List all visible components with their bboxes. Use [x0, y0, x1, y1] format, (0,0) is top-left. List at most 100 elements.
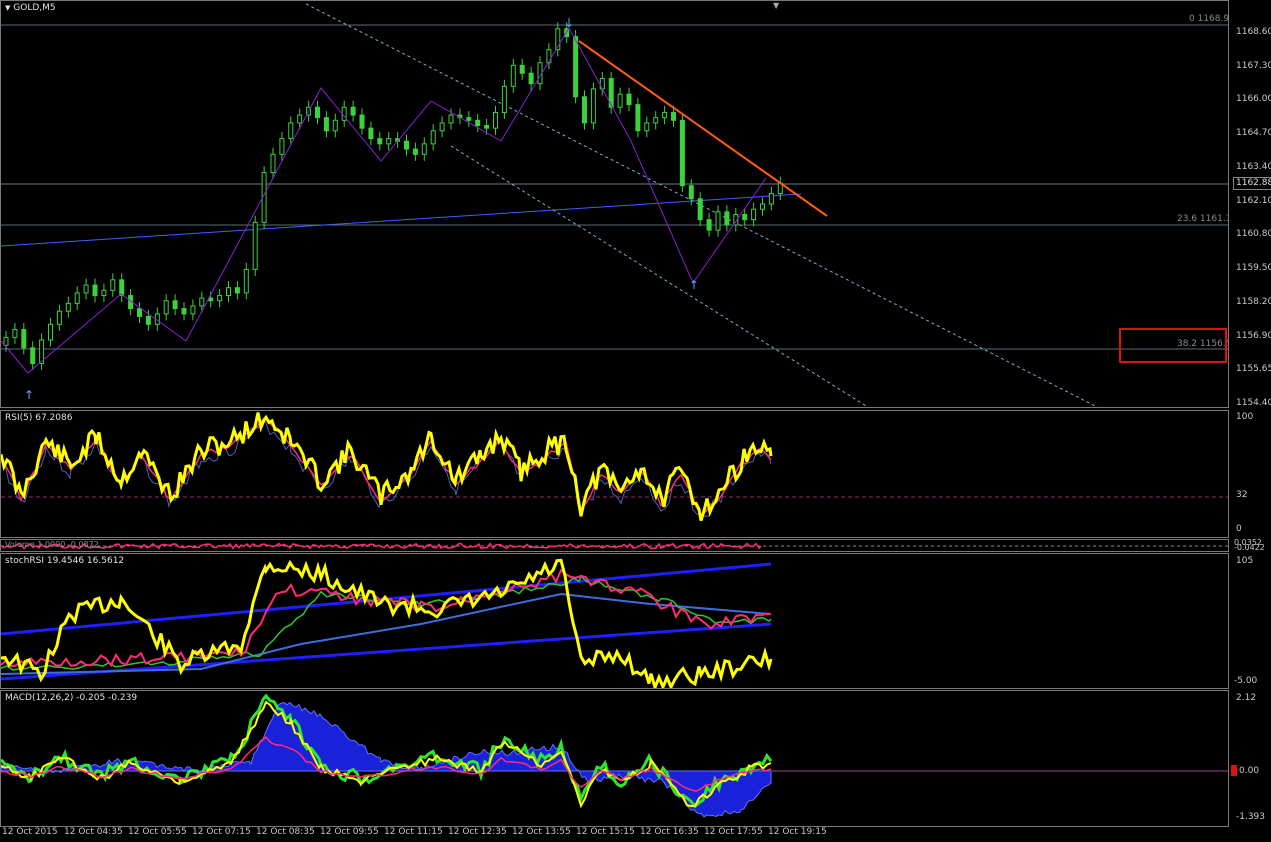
highlight-box — [1119, 328, 1227, 363]
candle-body — [724, 211, 730, 226]
candle-body — [350, 106, 356, 116]
candle-body — [751, 208, 757, 221]
candle-body — [226, 287, 231, 297]
candle-body — [439, 122, 445, 132]
macd-green-line — [1, 693, 773, 809]
candle-body — [760, 203, 765, 210]
time-tick: 12 Oct 19:15 — [768, 827, 827, 837]
price-tick: 1164.70 — [1236, 128, 1271, 138]
fractal-marker-icon: ↑ — [24, 388, 34, 402]
rsi-title: RSI(5) 67.2086 — [5, 413, 73, 423]
volume-pane[interactable]: Volume 1.0000 -0.0872 — [0, 539, 1229, 552]
candle-body — [742, 213, 748, 221]
candle-body — [12, 329, 18, 338]
stochrsi-title: stochRSI 19.4546 16.5612 — [5, 556, 125, 566]
time-tick: 12 Oct 07:15 — [192, 827, 251, 837]
candle-body — [368, 127, 374, 140]
candle-body — [715, 211, 721, 231]
candle-body — [501, 85, 507, 113]
candle-body — [653, 117, 659, 124]
resistance-trendline — [578, 40, 828, 217]
volume-canvas — [1, 542, 1228, 550]
candle-body — [83, 284, 89, 294]
rsi-band-line — [1, 418, 772, 517]
candle-body — [163, 300, 169, 315]
candle-body — [697, 198, 703, 221]
candle-body — [475, 119, 481, 127]
price-tick: 1163.40 — [1236, 162, 1271, 172]
rsi-line — [1, 412, 773, 522]
rsi-pane[interactable]: RSI(5) 67.2086 — [0, 410, 1229, 538]
candle-body — [279, 138, 285, 155]
candle-body — [297, 114, 303, 124]
candle-body — [671, 111, 676, 121]
price-chart-pane[interactable]: ↓↑↑ ▼ GOLD,M5 ▼ 0 1168.96 23.6 1161.30 3… — [0, 0, 1229, 408]
time-tick: 12 Oct 11:15 — [384, 827, 443, 837]
candle-body — [510, 64, 516, 87]
candle-body — [3, 336, 9, 346]
rsi-signal-line — [1, 417, 772, 516]
time-tick: 12 Oct 09:55 — [320, 827, 379, 837]
candle-body — [519, 64, 525, 74]
candle-body — [323, 117, 329, 132]
candle-body — [252, 221, 258, 270]
candle-body — [110, 279, 116, 291]
candle-body — [270, 153, 276, 174]
fib-label-0: 0 1168.96 — [1189, 14, 1229, 24]
macd-pane[interactable]: MACD(12,26,2) -0.205 -0.239 — [0, 690, 1229, 827]
candle-body — [243, 268, 249, 294]
candle-body — [599, 77, 605, 90]
stochrsi-axis: 105 -5.00 — [1229, 553, 1271, 689]
time-axis[interactable]: 12 Oct 2015 12 Oct 04:35 12 Oct 05:55 12… — [0, 827, 1229, 842]
candle-body — [617, 93, 623, 108]
candle-body — [706, 219, 712, 231]
volume-level: -0.0422 — [1234, 543, 1265, 552]
candle-body — [288, 122, 294, 140]
candle-body — [662, 111, 668, 119]
fib-label-23-6: 23.6 1161.30 — [1177, 214, 1228, 224]
macd-current-marker — [1231, 765, 1237, 776]
candle-body — [315, 106, 320, 119]
candle-body — [448, 114, 454, 124]
candle-body — [30, 347, 36, 365]
candle-body — [590, 88, 596, 124]
price-axis[interactable]: 1168.60 1167.30 1166.00 1164.70 1163.40 … — [1229, 0, 1271, 408]
time-tick: 12 Oct 17:55 — [704, 827, 763, 837]
price-tick: 1154.40 — [1236, 398, 1271, 408]
candle-body — [332, 119, 338, 132]
rsi-level: 32 — [1236, 490, 1248, 500]
macd-level: -1.393 — [1236, 812, 1266, 822]
blue-trendline — [1, 193, 802, 247]
time-tick: 12 Oct 04:35 — [64, 827, 123, 837]
time-tick: 12 Oct 12:35 — [448, 827, 507, 837]
rsi-level: 100 — [1236, 412, 1254, 422]
price-chart-canvas[interactable]: ↓ ↑ ↑ — [1, 1, 1229, 408]
price-tick: 1160.80 — [1236, 229, 1271, 239]
candle-body — [573, 36, 579, 98]
time-tick: 12 Oct 05:55 — [128, 827, 187, 837]
candle-body — [377, 138, 383, 145]
time-tick: 12 Oct 13:55 — [512, 827, 571, 837]
chart-shift-marker-icon[interactable]: ▼ — [773, 1, 779, 10]
chart-menu-icon[interactable]: ▼ — [5, 4, 10, 12]
candle-body — [101, 289, 107, 297]
candle-body — [679, 119, 685, 187]
candle-body — [528, 72, 534, 85]
candle-body — [21, 329, 27, 349]
price-tick: 1156.90 — [1236, 331, 1271, 341]
fractal-marker-icon: ↑ — [689, 278, 699, 292]
macd-axis: 2.12 0.00 -1.393 — [1229, 690, 1271, 827]
stochrsi-canvas — [1, 558, 773, 688]
candle-body — [430, 130, 436, 145]
candle-body — [635, 104, 641, 132]
macd-histogram — [1, 701, 772, 818]
stochrsi-pane[interactable]: stochRSI 19.4546 16.5612 — [0, 553, 1229, 689]
candle-body — [208, 297, 214, 302]
candle-body — [217, 295, 223, 302]
macd-canvas — [1, 693, 1228, 818]
candle-body — [484, 125, 490, 129]
candle-body — [626, 93, 632, 106]
time-tick: 12 Oct 15:15 — [576, 827, 635, 837]
stochrsi-level: 105 — [1236, 556, 1254, 566]
rsi-level: 0 — [1236, 524, 1242, 534]
